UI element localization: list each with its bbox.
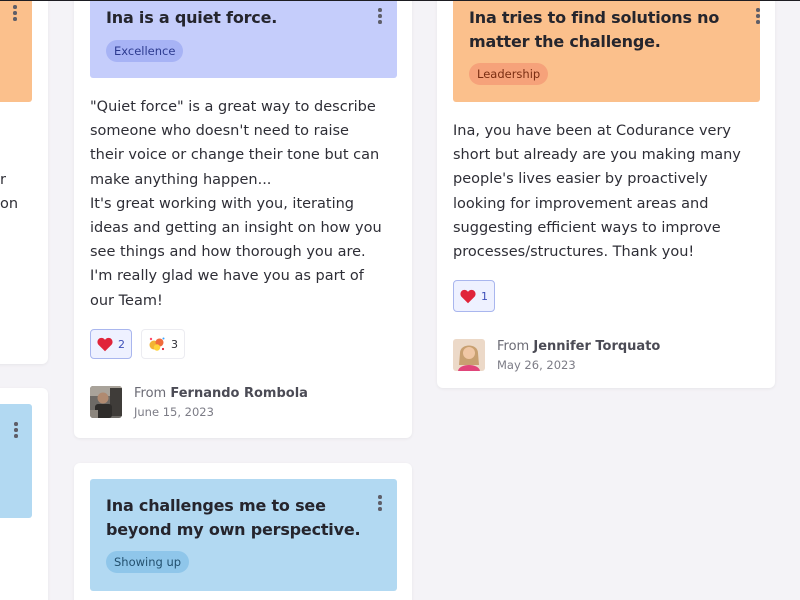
kudos-card-partial-left-bottom — [0, 388, 48, 600]
from-label: From — [134, 386, 167, 401]
kudos-card-partial-left-top: r on — [0, 0, 48, 364]
more-options-icon[interactable] — [11, 4, 19, 22]
card-banner-showing-up: Ina challenges me to see beyond my own p… — [90, 479, 397, 591]
window-top-edge — [0, 0, 800, 1]
heart-icon — [97, 337, 113, 352]
reaction-count: 3 — [171, 337, 178, 351]
author-name: Fernando Rombola — [170, 386, 308, 401]
reaction-party-button[interactable]: 3 — [141, 329, 185, 359]
card-date: June 15, 2023 — [134, 405, 214, 419]
kudos-card: Ina is a quiet force. Excellence "Quiet … — [74, 0, 412, 438]
card-title: Ina tries to find solutions no matter th… — [469, 8, 720, 51]
party-emoji-icon — [148, 336, 166, 352]
more-options-icon[interactable] — [12, 421, 20, 439]
card-author: From Jennifer Torquato May 26, 2023 — [453, 339, 753, 375]
reaction-count: 1 — [481, 289, 488, 303]
from-line: From Jennifer Torquato — [497, 339, 660, 354]
more-options-icon[interactable] — [376, 494, 384, 512]
kudos-card: Ina tries to find solutions no matter th… — [437, 0, 775, 388]
value-tag-leadership: Leadership — [469, 63, 549, 85]
card-body-fragment-1: r — [0, 172, 6, 188]
card-banner-excellence: Ina is a quiet force. Excellence — [90, 0, 397, 78]
card-banner-leadership: Ina tries to find solutions no matter th… — [453, 0, 760, 102]
avatar — [90, 386, 122, 418]
from-label: From — [497, 339, 530, 354]
more-options-icon[interactable] — [376, 7, 384, 25]
value-tag-showing-up: Showing up — [106, 551, 190, 573]
from-line: From Fernando Rombola — [134, 386, 308, 401]
more-options-icon[interactable] — [754, 7, 762, 25]
card-message: Ina, you have been at Codurance very sho… — [453, 123, 741, 261]
card-title: Ina is a quiet force. — [106, 8, 278, 27]
reaction-heart-button[interactable]: 2 — [90, 329, 132, 359]
heart-icon — [460, 289, 476, 304]
avatar — [453, 339, 485, 371]
card-author: From Fernando Rombola June 15, 2023 — [90, 386, 390, 422]
card-title: Ina challenges me to see beyond my own p… — [106, 496, 361, 539]
reaction-count: 2 — [118, 337, 125, 351]
card-body-fragment-2: on — [0, 196, 19, 212]
kudos-board: r on Ina is a quiet force. Excellence "Q… — [0, 0, 800, 600]
card-date: May 26, 2023 — [497, 358, 576, 372]
kudos-card: Ina challenges me to see beyond my own p… — [74, 463, 412, 600]
reaction-heart-button[interactable]: 1 — [453, 280, 495, 312]
card-message: "Quiet force" is a great way to describe… — [90, 99, 382, 309]
value-tag-excellence: Excellence — [106, 40, 184, 62]
author-name: Jennifer Torquato — [533, 339, 661, 354]
